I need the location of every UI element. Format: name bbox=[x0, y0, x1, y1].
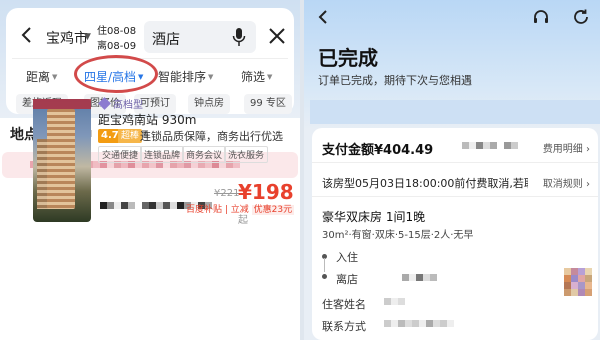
filter-distance[interactable]: 距离 ▼ bbox=[26, 68, 57, 85]
filter-more[interactable]: 筛选 ▼ bbox=[241, 68, 272, 85]
chevron-right-icon: › bbox=[586, 179, 590, 190]
hotel-tier: 高档型 bbox=[98, 96, 143, 111]
chevron-right-icon: › bbox=[586, 144, 590, 155]
cancel-rule-link[interactable]: 取消规则 › bbox=[543, 175, 590, 190]
hotel-photo[interactable] bbox=[33, 99, 91, 222]
photo-badge bbox=[33, 99, 91, 109]
contact-label: 联系方式 bbox=[322, 320, 366, 333]
room-info: 30m²·有窗·双床·5-15层·2人·无早 bbox=[322, 230, 474, 241]
highlight-circle bbox=[74, 55, 158, 93]
feature-tag: 商务会议 bbox=[182, 146, 227, 163]
hotel-photo-building bbox=[47, 109, 75, 209]
order-info-card: 支付金额¥404.49 费用明细 › 该房型05月03日18:00:00前付费取… bbox=[312, 128, 598, 340]
headset-icon[interactable] bbox=[532, 8, 550, 26]
redacted-banner bbox=[310, 100, 600, 124]
divider bbox=[312, 162, 598, 163]
hotel-tagline: 连锁品质保障，商务出行优选 bbox=[140, 130, 283, 143]
divider bbox=[12, 58, 288, 59]
order-detail-screen: 已完成 订单已完成，期待下次与您相遇 支付金额¥404.49 费用明细 › 该房… bbox=[304, 0, 600, 340]
city-selector[interactable]: 宝鸡市 bbox=[46, 28, 88, 48]
discount-badge: 优惠23元 bbox=[251, 205, 295, 215]
redacted-payment-note bbox=[462, 142, 518, 149]
payment-amount: 支付金额¥404.49 bbox=[322, 143, 434, 158]
back-arrow-icon[interactable] bbox=[16, 24, 38, 46]
checkin-date[interactable]: 住08-08 bbox=[97, 22, 136, 37]
redacted-checkout-date bbox=[402, 274, 444, 281]
search-input[interactable]: 酒店 bbox=[144, 21, 256, 53]
order-status-title: 已完成 bbox=[318, 46, 378, 70]
order-status-subtitle: 订单已完成，期待下次与您相遇 bbox=[318, 74, 472, 87]
feature-tag: 交通便捷 bbox=[98, 146, 143, 163]
close-icon[interactable] bbox=[268, 27, 286, 45]
feature-tag: 洗衣服务 bbox=[224, 146, 269, 163]
feature-tag: 连锁品牌 bbox=[140, 146, 185, 163]
room-name: 豪华双床房 1间1晚 bbox=[322, 210, 426, 224]
divider bbox=[312, 196, 598, 197]
diamond-icon bbox=[98, 97, 111, 110]
hotel-score-word: 超棒 bbox=[118, 129, 143, 143]
discount-info: 百度补贴 | 立减 优惠23元 bbox=[186, 205, 295, 215]
fee-detail-link[interactable]: 费用明细 › bbox=[543, 140, 590, 155]
filter-sort[interactable]: 智能排序 ▼ bbox=[158, 68, 213, 85]
timeline-line bbox=[324, 258, 325, 272]
refresh-icon[interactable] bbox=[572, 8, 590, 26]
cancel-policy-text: 该房型05月03日18:00:00前付费取消,若取... bbox=[322, 177, 528, 190]
back-arrow-icon[interactable] bbox=[314, 8, 332, 26]
checkout-label: 离店 bbox=[336, 273, 358, 286]
checkin-label: 入住 bbox=[336, 251, 358, 264]
hotel-search-screen: 宝鸡市 ▼ 住08-08 离08-09 酒店 距离 ▼ 四星/高档 ▼ 智能排序 ▼ … bbox=[0, 0, 300, 340]
hotel-distance: 距宝鸡南站 930m bbox=[98, 113, 197, 127]
search-query-text: 酒店 bbox=[152, 32, 180, 48]
guest-name-label: 住客姓名 bbox=[322, 298, 366, 311]
redacted-qr bbox=[564, 268, 592, 296]
checkout-date[interactable]: 离08-09 bbox=[97, 37, 136, 52]
timeline-dot bbox=[322, 274, 327, 279]
original-price: ¥221 bbox=[214, 188, 240, 199]
city-caret-icon: ▼ bbox=[84, 32, 91, 42]
redacted-contact bbox=[384, 320, 454, 327]
redacted-guest-name bbox=[384, 298, 405, 305]
microphone-icon[interactable] bbox=[232, 27, 246, 47]
chip-99-zone[interactable]: 99 专区 bbox=[244, 94, 292, 114]
